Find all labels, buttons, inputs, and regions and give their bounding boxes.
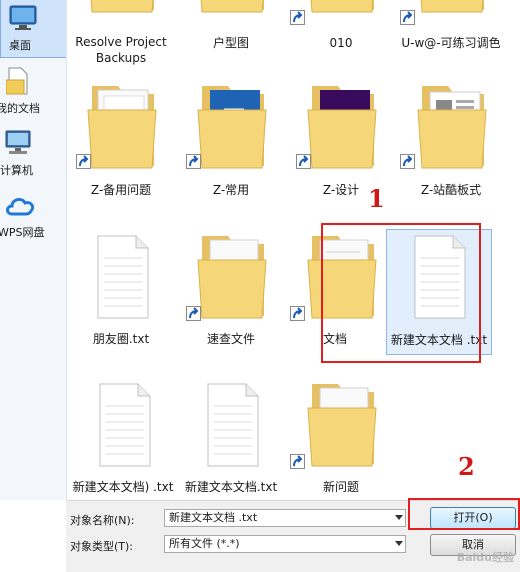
file-name: Z-站酷板式	[420, 183, 482, 197]
filetype-value: 所有文件 (*.*)	[169, 537, 240, 550]
chevron-down-icon[interactable]	[395, 515, 403, 520]
shortcut-arrow-icon	[296, 154, 311, 169]
file-item-quick-lookup[interactable]: 速查文件	[176, 228, 286, 368]
chevron-down-icon[interactable]	[395, 541, 403, 546]
folder-shortcut-icon	[310, 0, 374, 13]
filetype-label: 对象类型(T):	[70, 540, 134, 553]
shortcut-arrow-icon	[290, 10, 305, 25]
file-item-new-text-doc-paren[interactable]: 新建文本文档) .txt	[68, 376, 178, 500]
annotation-marker-2: 2	[458, 452, 475, 481]
sidebar-item-wps-cloud[interactable]: WPS网盘	[0, 190, 66, 242]
file-item-010[interactable]: 010	[286, 0, 396, 64]
file-name: Z-备用问题	[90, 183, 152, 197]
file-name: 010	[329, 36, 353, 50]
text-file-icon	[207, 383, 259, 467]
sidebar-item-label: WPS网盘	[0, 226, 45, 239]
annotation-marker-1: 1	[368, 184, 385, 213]
shortcut-arrow-icon	[186, 154, 201, 169]
documents-icon	[6, 67, 28, 95]
desktop-icon	[9, 5, 37, 30]
file-name: Resolve Project Backups	[75, 35, 167, 65]
folder-shortcut-icon	[307, 384, 377, 467]
watermark: Baidu经验	[456, 551, 514, 564]
file-name: 新问题	[322, 480, 359, 494]
filename-input[interactable]: 新建文本文档 .txt	[164, 509, 406, 527]
filetype-select[interactable]: 所有文件 (*.*)	[164, 535, 406, 553]
shortcut-arrow-icon	[400, 10, 415, 25]
file-name: 户型图	[212, 36, 249, 50]
sidebar-item-label: 我的文档	[0, 102, 40, 115]
sidebar-item-computer[interactable]: 计算机	[0, 126, 66, 178]
text-file-icon	[99, 383, 151, 467]
file-name: 速查文件	[206, 332, 255, 346]
shortcut-arrow-icon	[76, 154, 91, 169]
file-item-moments-txt[interactable]: 朋友圈.txt	[66, 228, 176, 368]
annotation-box-1	[321, 223, 481, 363]
folder-icon	[200, 0, 264, 13]
filename-value: 新建文本文档 .txt	[169, 511, 258, 524]
sidebar-item-label: 计算机	[0, 164, 33, 177]
shortcut-arrow-icon	[400, 154, 415, 169]
sidebar-item-desktop[interactable]: 桌面	[0, 0, 66, 58]
folder-shortcut-icon	[417, 86, 487, 169]
file-name: 朋友圈.txt	[92, 332, 150, 346]
text-file-icon	[97, 235, 149, 319]
sidebar-item-documents[interactable]: 我的文档	[0, 62, 66, 120]
shortcut-arrow-icon	[290, 454, 305, 469]
cloud-icon	[6, 197, 35, 216]
folder-shortcut-icon	[420, 0, 484, 13]
file-item-z-backup-questions[interactable]: Z-备用问题	[66, 78, 176, 218]
folder-icon	[90, 0, 154, 13]
annotation-box-2	[408, 498, 520, 530]
file-name: Z-常用	[212, 183, 250, 197]
file-item-z-common[interactable]: Z-常用	[176, 78, 286, 218]
file-name: 新建文本文档.txt	[184, 480, 278, 494]
file-item-new-question[interactable]: 新问题	[286, 376, 396, 500]
file-name: 新建文本文档) .txt	[72, 480, 174, 494]
file-item-z-zcool[interactable]: Z-站酷板式	[396, 78, 506, 218]
navigation-pane: 桌面 我的文档 计算机 WPS网盘	[0, 0, 67, 500]
sidebar-item-label: 桌面	[9, 39, 31, 52]
file-item-u-w[interactable]: U-w@-可练习调色	[396, 0, 506, 64]
computer-icon	[5, 130, 31, 154]
filename-label: 对象名称(N):	[70, 514, 135, 527]
file-name: U-w@-可练习调色	[401, 36, 501, 50]
file-item-new-text-doc-2[interactable]: 新建文本文档.txt	[176, 376, 286, 500]
file-item-floor-plans[interactable]: 户型图	[176, 0, 286, 64]
file-item-resolve-backups[interactable]: Resolve Project Backups	[66, 0, 176, 65]
shortcut-arrow-icon	[186, 306, 201, 321]
shortcut-arrow-icon	[290, 306, 305, 321]
